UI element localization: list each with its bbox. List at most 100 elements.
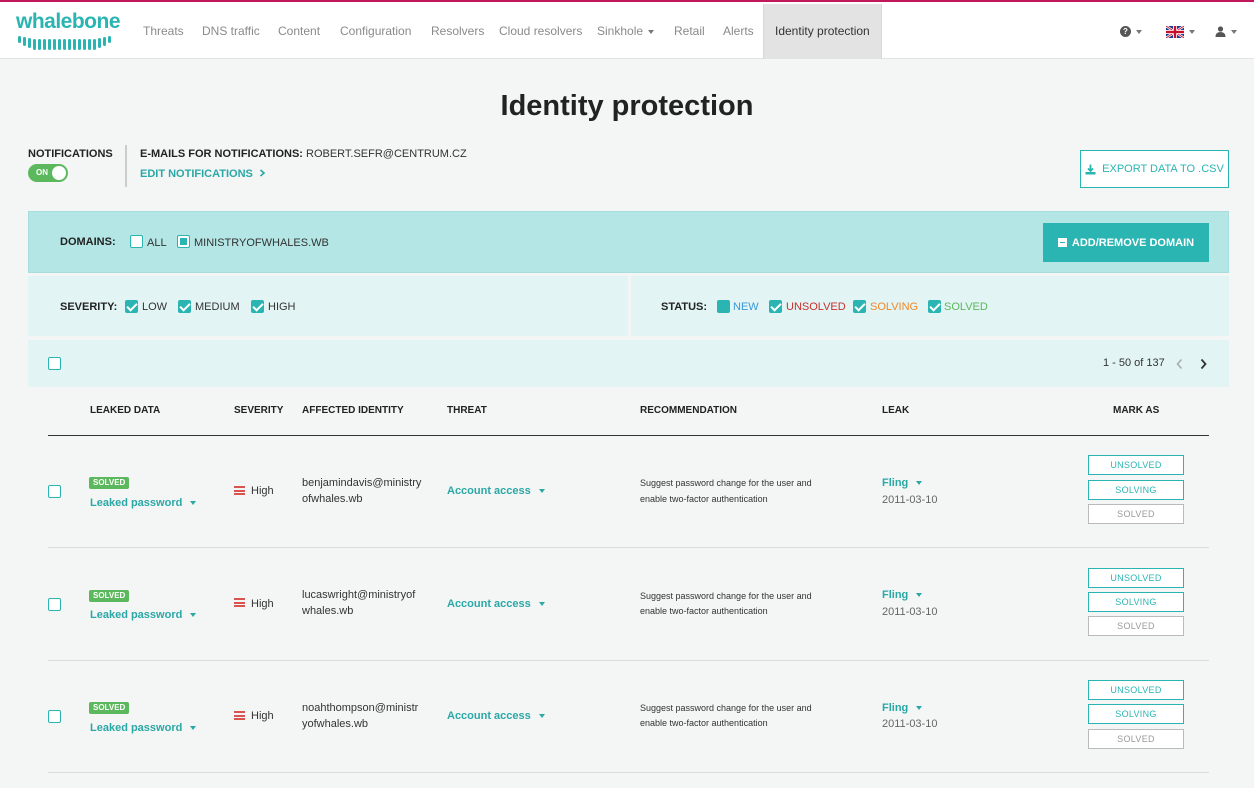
status-solving-label: SOLVING (870, 301, 919, 313)
language-menu[interactable] (1166, 4, 1195, 59)
domain-item-checkbox[interactable] (177, 235, 190, 248)
recommendation-line-2: enable two-factor authentication (640, 494, 768, 504)
chevron-down-icon (916, 593, 923, 598)
minus-square-icon (1057, 238, 1067, 247)
nav-sinkhole-label: Sinkhole (597, 24, 644, 38)
leak-date: 2011-03-10 (882, 718, 938, 730)
threat-dropdown[interactable]: Account access (447, 598, 545, 610)
mark-unsolved-button[interactable]: UNSOLVED (1088, 568, 1184, 588)
threat-dropdown[interactable]: Account access (447, 710, 545, 722)
toggle-state-label: ON (36, 168, 48, 177)
row-checkbox[interactable] (48, 598, 61, 611)
chevron-down-icon (538, 714, 545, 719)
export-csv-button[interactable]: EXPORT DATA TO .CSV (1080, 150, 1229, 188)
severity-filter-panel (28, 276, 628, 336)
download-icon (1085, 164, 1096, 174)
nav-resolvers[interactable]: Resolvers (431, 4, 484, 59)
nav-retail[interactable]: Retail (674, 4, 705, 59)
mark-solved-button[interactable]: SOLVED (1088, 504, 1184, 524)
threat-dropdown[interactable]: Account access (447, 485, 545, 497)
leak-label: Fling (882, 702, 909, 714)
status-solving-checkbox[interactable] (853, 300, 866, 313)
col-header-mark-as: MARK AS (1113, 405, 1160, 416)
severity-value: High (251, 710, 274, 722)
col-header-leak: LEAK (882, 405, 910, 416)
identity-line-2: whales.wb (302, 605, 354, 617)
mark-solving-button[interactable]: SOLVING (1088, 592, 1184, 612)
severity-low-checkbox[interactable] (125, 300, 138, 313)
leak-label: Fling (882, 589, 909, 601)
col-header-threat: THREAT (447, 405, 487, 416)
leaked-data-dropdown[interactable]: Leaked password (90, 722, 197, 734)
row-divider (48, 772, 1209, 773)
status-label: STATUS: (661, 301, 708, 313)
nav-dns-traffic[interactable]: DNS traffic (202, 4, 260, 59)
chevron-down-icon (538, 602, 545, 607)
chevron-down-icon (648, 29, 655, 34)
user-icon (1215, 26, 1226, 37)
help-menu[interactable]: ? (1120, 4, 1142, 59)
chevron-down-icon (916, 481, 923, 486)
row-checkbox[interactable] (48, 710, 61, 723)
status-badge: SOLVED (89, 590, 130, 602)
severity-low-label: LOW (142, 301, 168, 313)
nav-threats[interactable]: Threats (143, 4, 184, 59)
leaked-data-dropdown[interactable]: Leaked password (90, 609, 197, 621)
leaked-data-label: Leaked password (90, 497, 183, 509)
nav-configuration[interactable]: Configuration (340, 4, 411, 59)
status-new-label: NEW (733, 301, 759, 313)
nav-identity-protection[interactable]: Identity protection (763, 4, 882, 59)
leaked-data-dropdown[interactable]: Leaked password (90, 497, 197, 509)
whalebone-logo[interactable]: whalebone (16, 10, 121, 52)
nav-content[interactable]: Content (278, 4, 320, 59)
add-remove-domain-button[interactable]: ADD/REMOVE DOMAIN (1043, 223, 1209, 262)
notifications-toggle[interactable]: ON (28, 164, 68, 182)
recommendation-line-2: enable two-factor authentication (640, 606, 768, 616)
navbar: whalebone Threats DNS traffic Content Co… (0, 2, 1254, 59)
status-unsolved-checkbox[interactable] (769, 300, 782, 313)
leak-dropdown[interactable]: Fling (882, 589, 923, 601)
nav-sinkhole[interactable]: Sinkhole (597, 4, 655, 59)
notifications-label: NOTIFICATIONS (28, 148, 113, 160)
threat-label: Account access (447, 598, 531, 610)
row-checkbox[interactable] (48, 485, 61, 498)
chevron-down-icon (190, 726, 197, 731)
mark-solving-button[interactable]: SOLVING (1088, 480, 1184, 500)
leak-date: 2011-03-10 (882, 494, 938, 506)
severity-medium-checkbox[interactable] (178, 300, 191, 313)
toggle-knob (52, 166, 66, 180)
severity-high-icon (234, 711, 245, 720)
logo-text: whalebone (16, 10, 121, 33)
chevron-right-icon (259, 169, 266, 177)
mark-solved-button[interactable]: SOLVED (1088, 616, 1184, 636)
emails-label: E-MAILS FOR NOTIFICATIONS: (140, 148, 303, 160)
mark-unsolved-button[interactable]: UNSOLVED (1088, 455, 1184, 475)
leaked-data-label: Leaked password (90, 722, 183, 734)
pagination-info: 1 - 50 of 137 (1103, 357, 1165, 369)
edit-notifications-link[interactable]: EDIT NOTIFICATIONS (140, 168, 266, 180)
mark-unsolved-button[interactable]: UNSOLVED (1088, 680, 1184, 700)
domain-all-checkbox[interactable] (130, 235, 143, 248)
severity-high-checkbox[interactable] (251, 300, 264, 313)
col-header-severity: SEVERITY (234, 405, 284, 416)
user-menu[interactable] (1215, 4, 1237, 59)
leak-dropdown[interactable]: Fling (882, 477, 923, 489)
page-title: Identity protection (500, 90, 754, 122)
nav-alerts[interactable]: Alerts (723, 4, 754, 59)
nav-cloud-resolvers[interactable]: Cloud resolvers (499, 4, 582, 59)
mark-solved-button[interactable]: SOLVED (1088, 729, 1184, 749)
identity-line-1: benjamindavis@ministry (302, 477, 422, 489)
status-solved-checkbox[interactable] (928, 300, 941, 313)
select-all-checkbox[interactable] (48, 357, 61, 370)
identity-line-2: ofwhales.wb (302, 493, 363, 505)
chevron-left-icon[interactable] (1175, 358, 1184, 370)
mark-solving-button[interactable]: SOLVING (1088, 704, 1184, 724)
leak-dropdown[interactable]: Fling (882, 702, 923, 714)
status-new-checkbox[interactable] (717, 300, 730, 313)
chevron-down-icon (190, 501, 197, 506)
chevron-right-icon[interactable] (1199, 358, 1208, 370)
chevron-down-icon (1136, 29, 1142, 34)
status-unsolved-label: UNSOLVED (786, 301, 846, 313)
domains-label: DOMAINS: (60, 236, 116, 248)
row-divider (48, 547, 1209, 548)
